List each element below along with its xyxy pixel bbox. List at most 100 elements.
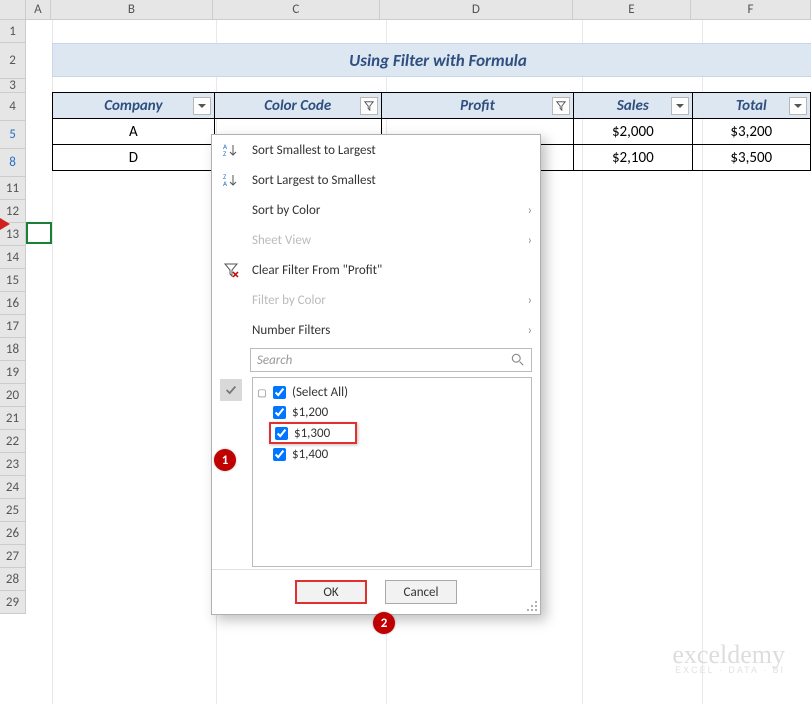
search-placeholder: Search xyxy=(257,353,292,368)
filter-item[interactable]: $1,400 xyxy=(257,444,527,464)
cell-total[interactable]: $3,200 xyxy=(692,119,810,145)
col-header-C[interactable]: C xyxy=(213,0,380,19)
filter-button-colorcode[interactable] xyxy=(360,97,378,115)
chevron-right-icon: › xyxy=(528,293,532,308)
row-marker-icon xyxy=(0,218,10,230)
cell-sales[interactable]: $2,000 xyxy=(574,119,692,145)
filter-item-label: $1,400 xyxy=(292,447,328,462)
menu-clear-label: Clear Filter From "Profit" xyxy=(252,263,532,278)
column-headers: A B C D E F xyxy=(0,0,811,20)
filter-button-company[interactable] xyxy=(193,97,211,115)
checkbox[interactable] xyxy=(273,448,286,461)
row-header[interactable]: 17 xyxy=(0,315,26,338)
th-colorcode-label: Color Code xyxy=(264,97,331,115)
row-header[interactable]: 23 xyxy=(0,453,26,476)
filter-checklist[interactable]: ▢ (Select All) $1,200 $1,300 $1,400 xyxy=(252,377,532,567)
col-header-F[interactable]: F xyxy=(691,0,811,19)
filter-active-icon xyxy=(556,101,566,111)
spreadsheet-frame: A B C D E F 1 2 3 4 5 8 11 12 13 14 15 1… xyxy=(0,0,811,704)
row-header[interactable]: 4 xyxy=(0,93,26,121)
menu-sheet-view-label: Sheet View xyxy=(252,233,518,248)
row-header[interactable]: 29 xyxy=(0,591,26,614)
search-icon xyxy=(511,353,525,367)
menu-clear-filter[interactable]: Clear Filter From "Profit" xyxy=(212,255,540,285)
filter-item[interactable]: $1,200 xyxy=(257,402,527,422)
callout-2: 2 xyxy=(373,612,395,634)
th-company-label: Company xyxy=(104,97,162,115)
filter-button-total[interactable] xyxy=(789,97,807,115)
select-all-cell[interactable] xyxy=(0,0,26,19)
row-header[interactable]: 22 xyxy=(0,430,26,453)
cell-company[interactable]: D xyxy=(53,145,215,171)
row-header[interactable]: 26 xyxy=(0,522,26,545)
filter-button-profit[interactable] xyxy=(552,97,570,115)
row-header[interactable]: 16 xyxy=(0,292,26,315)
checkbox[interactable] xyxy=(275,427,288,440)
watermark: exceldemy EXCEL · DATA · BI xyxy=(672,643,785,674)
filter-checklist-wrap: ▢ (Select All) $1,200 $1,300 $1,400 xyxy=(212,375,540,569)
col-header-E[interactable]: E xyxy=(573,0,691,19)
filter-dropdown: AZ Sort Smallest to Largest ZA Sort Larg… xyxy=(211,134,541,615)
dropdown-icon xyxy=(675,101,685,111)
row-header[interactable]: 21 xyxy=(0,407,26,430)
th-sales-label: Sales xyxy=(617,97,649,115)
row-header[interactable]: 2 xyxy=(0,43,26,79)
filter-item-label: $1,300 xyxy=(294,426,330,441)
menu-sort-desc-label: Sort Largest to Smallest xyxy=(252,173,532,188)
filter-item-select-all[interactable]: ▢ (Select All) xyxy=(257,382,527,402)
col-header-B[interactable]: B xyxy=(51,0,212,19)
page-title: Using Filter with Formula xyxy=(52,43,811,77)
clear-filter-icon xyxy=(220,262,242,278)
chevron-right-icon: › xyxy=(528,323,532,338)
checkbox-select-all[interactable] xyxy=(273,386,286,399)
ok-button[interactable]: OK xyxy=(295,580,367,604)
row-header[interactable]: 14 xyxy=(0,246,26,269)
menu-sort-color[interactable]: Sort by Color › xyxy=(212,195,540,225)
menu-filter-color: Filter by Color › xyxy=(212,285,540,315)
menu-sort-color-label: Sort by Color xyxy=(252,203,518,218)
row-header[interactable]: 5 xyxy=(0,121,26,149)
callout-1: 1 xyxy=(214,449,236,471)
cell-company[interactable]: A xyxy=(53,119,215,145)
th-total: Total xyxy=(692,93,810,119)
filter-button-sales[interactable] xyxy=(671,97,689,115)
filter-button-row: OK Cancel xyxy=(212,569,540,614)
checkbox[interactable] xyxy=(273,406,286,419)
menu-sort-asc[interactable]: AZ Sort Smallest to Largest xyxy=(212,135,540,165)
filter-item-label: (Select All) xyxy=(292,385,348,400)
filter-item-highlighted[interactable]: $1,300 xyxy=(269,422,357,444)
menu-number-filters[interactable]: Number Filters › xyxy=(212,315,540,345)
row-header[interactable]: 1 xyxy=(0,20,26,43)
toggle-all-button[interactable] xyxy=(220,379,242,401)
th-profit: Profit xyxy=(381,93,573,119)
row-header[interactable]: 11 xyxy=(0,177,26,200)
collapse-icon: ▢ xyxy=(257,386,267,399)
filter-search-input[interactable]: Search xyxy=(250,348,532,372)
th-sales: Sales xyxy=(574,93,692,119)
row-header[interactable]: 18 xyxy=(0,338,26,361)
row-header[interactable]: 3 xyxy=(0,79,26,93)
th-profit-label: Profit xyxy=(460,97,495,115)
row-header[interactable]: 19 xyxy=(0,361,26,384)
resize-grip-icon[interactable] xyxy=(526,600,538,612)
svg-text:A: A xyxy=(223,179,228,188)
row-header[interactable]: 28 xyxy=(0,568,26,591)
watermark-sub: EXCEL · DATA · BI xyxy=(672,666,785,674)
cell-sales[interactable]: $2,100 xyxy=(574,145,692,171)
watermark-main: exceldemy xyxy=(672,643,785,666)
cancel-button[interactable]: Cancel xyxy=(385,580,457,604)
menu-number-filters-label: Number Filters xyxy=(252,323,518,338)
col-header-D[interactable]: D xyxy=(380,0,573,19)
row-header[interactable]: 15 xyxy=(0,269,26,292)
menu-filter-color-label: Filter by Color xyxy=(252,293,518,308)
row-header[interactable]: 8 xyxy=(0,149,26,177)
row-header[interactable]: 24 xyxy=(0,476,26,499)
col-header-A[interactable]: A xyxy=(26,0,52,19)
row-header[interactable]: 27 xyxy=(0,545,26,568)
row-header[interactable]: 25 xyxy=(0,499,26,522)
row-header[interactable]: 20 xyxy=(0,384,26,407)
cell-total[interactable]: $3,500 xyxy=(692,145,810,171)
menu-sort-desc[interactable]: ZA Sort Largest to Smallest xyxy=(212,165,540,195)
th-company: Company xyxy=(53,93,215,119)
sort-desc-icon: ZA xyxy=(220,172,242,188)
